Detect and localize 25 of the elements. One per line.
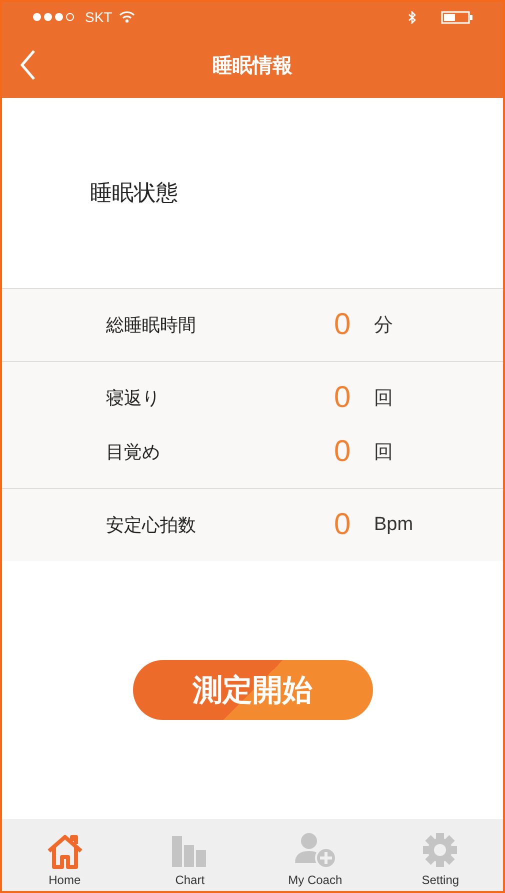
section-heading: 睡眠状態: [90, 180, 178, 208]
tab[interactable]: My Coach: [252, 819, 378, 891]
tab[interactable]: Chart: [127, 819, 252, 891]
tab[interactable]: Setting: [378, 819, 503, 891]
screen-title: 睡眠情報: [212, 52, 292, 78]
stat-unit: 回: [374, 387, 393, 411]
stat-label: 安定心拍数: [106, 514, 197, 537]
stat-unit: Bpm: [374, 514, 414, 536]
back-button[interactable]: [20, 50, 36, 80]
stat-unit: 回: [374, 441, 393, 465]
wifi-icon: [119, 11, 136, 23]
add-person-icon: [293, 831, 338, 869]
stat-label: 総睡眠時間: [106, 314, 197, 337]
stat-value: 0: [334, 308, 352, 342]
stat-value: 0: [334, 508, 352, 542]
stat-value: 0: [334, 435, 352, 469]
stat-unit: 分: [374, 314, 393, 338]
stat-label: 目覚め: [106, 441, 161, 464]
battery-icon: [441, 10, 473, 24]
bluetooth-icon: [408, 10, 416, 24]
stat-value: 0: [334, 381, 352, 415]
stat-label: 寝返り: [106, 387, 161, 410]
carrier-name: SKT: [85, 9, 112, 25]
settings-icon: [421, 831, 460, 869]
tab[interactable]: Home: [2, 819, 128, 891]
